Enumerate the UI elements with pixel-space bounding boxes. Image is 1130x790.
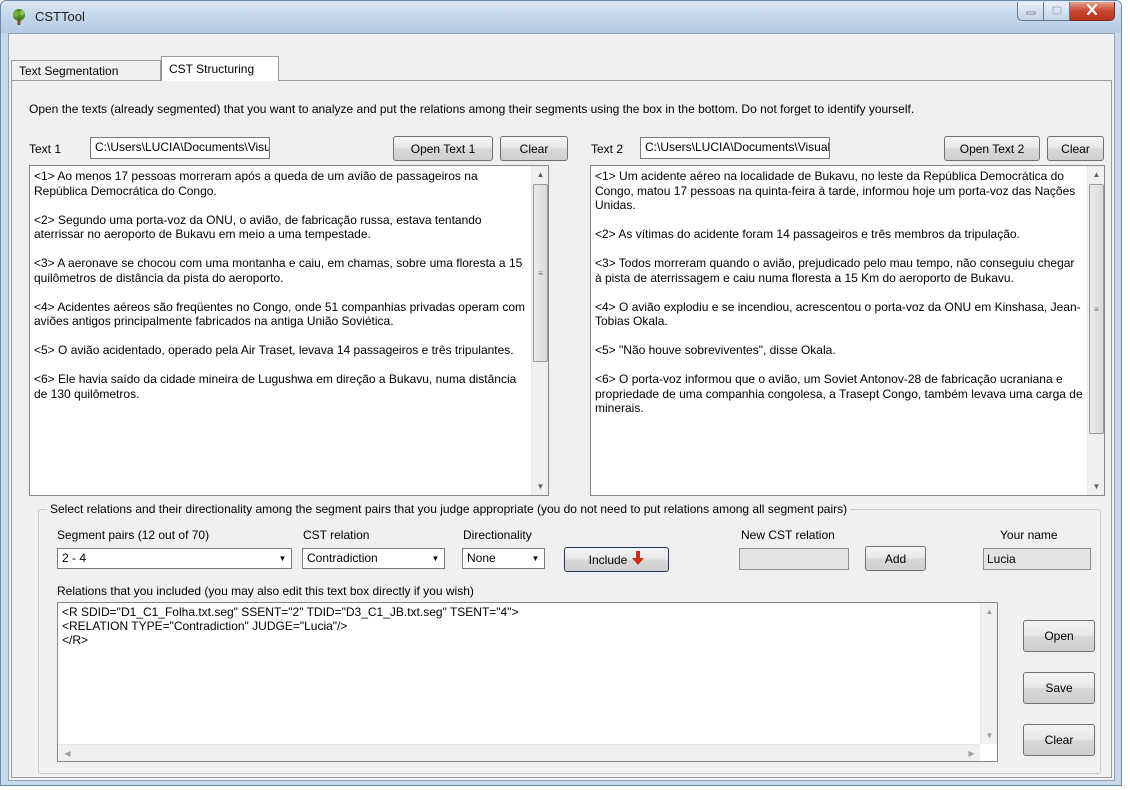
text1-segment-3: <3> A aeronave se chocou com uma montanh… [34, 256, 523, 285]
your-name-field[interactable]: Lucia [983, 548, 1091, 570]
scroll-down-icon[interactable]: ▼ [532, 478, 548, 495]
app-window: CSTTool Text Segmentation CST Structurin… [0, 0, 1122, 786]
directionality-select[interactable]: None ▼ [462, 548, 545, 569]
scroll-thumb[interactable]: ≡ [533, 184, 548, 362]
chevron-down-icon[interactable]: ▼ [274, 549, 291, 568]
relations-horizontal-scrollbar[interactable]: ◀ ▶ [59, 744, 980, 761]
included-relations-textbox[interactable]: <R SDID="D1_C1_Folha.txt.seg" SSENT="2" … [57, 602, 998, 762]
text2-segment-6: <6> O porta-voz informou que o avião, um… [595, 372, 1083, 415]
close-icon [1086, 3, 1098, 18]
scroll-right-icon[interactable]: ▶ [963, 745, 980, 761]
text2-label: Text 2 [591, 142, 624, 156]
directionality-value: None [467, 551, 496, 565]
clear-text2-button[interactable]: Clear [1047, 136, 1104, 161]
your-name-label: Your name [1000, 528, 1058, 542]
close-button[interactable] [1070, 2, 1115, 21]
scroll-down-icon[interactable]: ▼ [981, 727, 997, 744]
instructions-text: Open the texts (already segmented) that … [29, 102, 915, 116]
maximize-icon [1051, 4, 1062, 18]
save-relations-button[interactable]: Save [1023, 672, 1095, 704]
text2-path-field[interactable]: C:\Users\LUCIA\Documents\Visual Studio 2 [640, 137, 830, 159]
window-title: CSTTool [35, 9, 85, 24]
relation-line: </R> [62, 633, 89, 647]
cst-relation-value: Contradiction [307, 551, 378, 565]
add-relation-button[interactable]: Add [865, 546, 926, 571]
chevron-down-icon[interactable]: ▼ [427, 549, 444, 568]
text2-segment-1: <1> Um acidente aéreo na localidade de B… [595, 169, 1076, 212]
scroll-left-icon[interactable]: ◀ [59, 745, 76, 761]
text2-content-box[interactable]: <1> Um acidente aéreo na localidade de B… [590, 165, 1105, 496]
text1-path-field[interactable]: C:\Users\LUCIA\Documents\Visual Studio 2 [90, 137, 270, 159]
relations-vertical-scrollbar[interactable]: ▲ ▼ [980, 603, 997, 744]
client-area: Text Segmentation CST Structuring Open t… [8, 33, 1115, 781]
text1-label: Text 1 [29, 142, 62, 156]
scroll-thumb[interactable]: ≡ [1089, 184, 1104, 434]
text2-segment-2: <2> As vítimas do acidente foram 14 pass… [595, 227, 1020, 241]
tab-text-segmentation[interactable]: Text Segmentation [11, 60, 161, 80]
text2-segment-5: <5> "Não houve sobreviventes", disse Oka… [595, 343, 836, 357]
scroll-down-icon[interactable]: ▼ [1088, 478, 1104, 495]
text2-segment-3: <3> Todos morreram quando o avião, preju… [595, 256, 1075, 285]
directionality-label: Directionality [463, 528, 532, 542]
included-relations-content: <R SDID="D1_C1_Folha.txt.seg" SSENT="2" … [62, 605, 977, 761]
open-relations-button[interactable]: Open [1023, 620, 1095, 652]
text1-segment-2: <2> Segundo uma porta-voz da ONU, o aviã… [34, 212, 482, 242]
included-relations-label: Relations that you included (you may als… [57, 584, 474, 598]
cst-relation-label: CST relation [303, 528, 370, 542]
relation-line: <R SDID="D1_C1_Folha.txt.seg" SSENT="2" … [62, 605, 519, 619]
new-cst-relation-field[interactable] [739, 548, 849, 570]
new-cst-relation-label: New CST relation [741, 528, 835, 542]
arrow-down-icon [632, 550, 645, 569]
text1-content: <1> Ao menos 17 pessoas morreram após a … [34, 169, 528, 495]
scroll-up-icon[interactable]: ▲ [532, 166, 548, 183]
relations-groupbox: Select relations and their directionalit… [38, 502, 1101, 774]
scroll-up-icon[interactable]: ▲ [1088, 166, 1104, 183]
chevron-down-icon[interactable]: ▼ [527, 549, 544, 568]
minimize-icon [1026, 4, 1036, 18]
minimize-button[interactable] [1017, 2, 1044, 21]
text2-vertical-scrollbar[interactable]: ▲ ≡ ▼ [1087, 166, 1104, 495]
scroll-up-icon[interactable]: ▲ [981, 603, 997, 620]
maximize-button[interactable] [1044, 2, 1070, 21]
tree-icon [10, 8, 28, 26]
segment-pairs-label: Segment pairs (12 out of 70) [57, 528, 210, 542]
title-bar[interactable]: CSTTool [1, 1, 1121, 33]
include-button-label: Include [588, 552, 628, 567]
open-text1-button[interactable]: Open Text 1 [393, 136, 493, 161]
cst-structuring-panel: Open the texts (already segmented) that … [11, 80, 1112, 778]
text1-content-box[interactable]: <1> Ao menos 17 pessoas morreram após a … [29, 165, 549, 496]
cst-relation-select[interactable]: Contradiction ▼ [302, 548, 445, 569]
text1-segment-6: <6> Ele havia saído da cidade mineira de… [34, 372, 517, 401]
open-text2-button[interactable]: Open Text 2 [944, 136, 1040, 161]
text1-segment-4: <4> Acidentes aéreos são freqüentes no C… [34, 299, 525, 329]
tab-cst-structuring[interactable]: CST Structuring [161, 56, 279, 81]
include-button[interactable]: Include [564, 547, 669, 572]
text1-segment-5: <5> O avião acidentado, operado pela Air… [34, 343, 514, 357]
relation-line: <RELATION TYPE="Contradiction" JUDGE="Lu… [62, 619, 348, 633]
relations-group-title: Select relations and their directionalit… [47, 502, 851, 516]
segment-pairs-value: 2 - 4 [62, 551, 87, 565]
text2-content: <1> Um acidente aéreo na localidade de B… [595, 169, 1084, 495]
clear-text1-button[interactable]: Clear [500, 136, 568, 161]
text1-segment-1: <1> Ao menos 17 pessoas morreram após a … [34, 169, 478, 198]
text1-vertical-scrollbar[interactable]: ▲ ≡ ▼ [531, 166, 548, 495]
text2-segment-4: <4> O avião explodiu e se incendiou, acr… [595, 299, 1081, 329]
segment-pairs-select[interactable]: 2 - 4 ▼ [57, 548, 292, 569]
clear-relations-button[interactable]: Clear [1023, 724, 1095, 756]
